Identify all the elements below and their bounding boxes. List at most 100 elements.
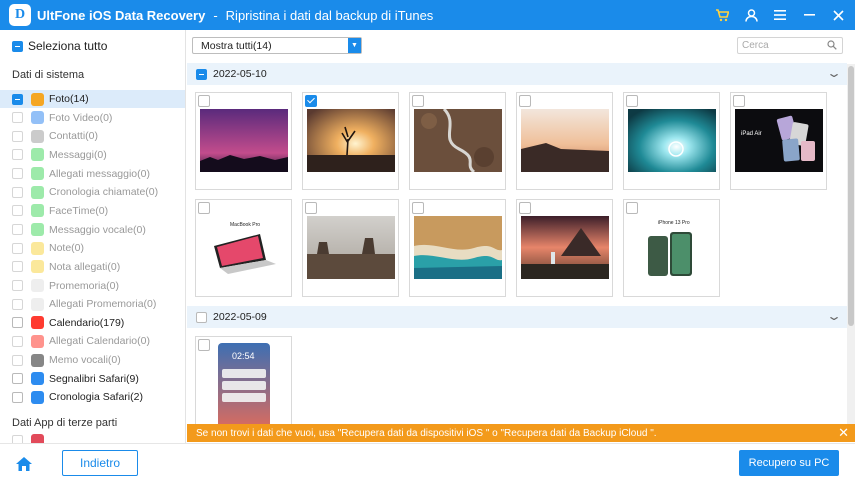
photo-checkbox[interactable]: [626, 202, 638, 214]
waterfall-mountain-photo: [521, 216, 609, 279]
photo-grid-area: 2022-05-10 ⌄ iPad Air MacBook Pro iPhone…: [187, 62, 855, 424]
sidebar-item-checkbox[interactable]: [12, 261, 23, 273]
photo-checkbox[interactable]: [733, 95, 745, 107]
sidebar-item[interactable]: Note(0): [0, 239, 185, 257]
photo-thumbnail[interactable]: [516, 199, 613, 297]
photo-thumbnail[interactable]: iPad Air: [730, 92, 827, 190]
close-icon[interactable]: ✕: [838, 425, 849, 441]
menu-icon[interactable]: [767, 0, 793, 30]
search-icon[interactable]: [827, 40, 837, 53]
aerial-road-photo: [414, 107, 502, 174]
macbook-pro-ad-photo: MacBook Pro: [200, 216, 288, 279]
sidebar-item-checkbox[interactable]: [12, 280, 23, 291]
sidebar-item[interactable]: Promemoria(0): [0, 277, 185, 295]
photo-checkbox[interactable]: [519, 95, 531, 107]
messages-icon: [31, 148, 44, 162]
filter-dropdown-value: Mostra tutti(14): [201, 39, 272, 52]
sidebar-item-checkbox[interactable]: [12, 205, 23, 217]
sidebar-item[interactable]: FaceTime(0): [0, 202, 185, 220]
photo-checkbox[interactable]: [198, 95, 210, 107]
photo-thumbnail[interactable]: [409, 199, 506, 297]
photo-checkbox[interactable]: [412, 95, 424, 107]
sidebar-item[interactable]: Nota allegati(0): [0, 258, 185, 276]
sidebar-item-checkbox[interactable]: [12, 186, 23, 198]
group-checkbox[interactable]: [196, 311, 207, 323]
scrollbar[interactable]: [847, 64, 855, 424]
photo-thumbnail[interactable]: [302, 92, 399, 190]
sidebar-item[interactable]: Messaggio vocale(0): [0, 221, 185, 239]
sidebar-item-checkbox[interactable]: [12, 149, 23, 161]
photo-thumbnail[interactable]: [409, 92, 506, 190]
filter-dropdown[interactable]: Mostra tutti(14) ▼: [192, 37, 362, 54]
photo-checkbox[interactable]: [412, 202, 424, 214]
sidebar-item-label: Messaggio vocale(0): [49, 223, 146, 236]
photo-checkbox[interactable]: [198, 339, 210, 351]
sidebar-item-checkbox[interactable]: [12, 317, 23, 329]
sidebar-item[interactable]: Foto(14): [0, 90, 185, 108]
sidebar-item-checkbox[interactable]: [12, 168, 23, 180]
minimize-icon[interactable]: [796, 0, 822, 30]
sidebar-item-checkbox[interactable]: [12, 242, 23, 254]
photo-thumbnail[interactable]: [302, 199, 399, 297]
sidebar-item-checkbox[interactable]: [12, 391, 23, 403]
photo-checkbox[interactable]: [626, 95, 638, 107]
ipad-air-ad-photo: iPad Air: [735, 109, 823, 172]
group-date: 2022-05-10: [213, 68, 267, 80]
photo-checkbox[interactable]: [305, 202, 317, 214]
photo-checkbox[interactable]: [519, 202, 531, 214]
sidebar-item[interactable]: Memo vocali(0): [0, 351, 185, 369]
scrollbar-thumb[interactable]: [848, 66, 854, 326]
sidebar-item-label: Note(0): [49, 242, 85, 255]
sidebar-item[interactable]: Messaggi(0): [0, 146, 185, 164]
select-all-label: Seleziona tutto: [28, 39, 108, 53]
group-checkbox[interactable]: [196, 68, 207, 80]
svg-text:iPad Air: iPad Air: [741, 131, 762, 137]
safari-history-icon: [31, 390, 44, 404]
user-icon[interactable]: [738, 0, 764, 30]
sidebar-item[interactable]: Cronologia chiamate(0): [0, 183, 185, 201]
photo-thumbnail[interactable]: MacBook Pro: [195, 199, 292, 297]
sidebar-item-checkbox[interactable]: [12, 130, 23, 142]
contacts-icon: [31, 129, 44, 143]
sidebar-item[interactable]: Allegati messaggio(0): [0, 165, 185, 183]
sidebar-item[interactable]: Allegati Calendario(0): [0, 332, 185, 350]
chevron-down-icon[interactable]: ⌄: [826, 66, 842, 80]
chevron-down-icon[interactable]: ▼: [348, 38, 361, 53]
photo-thumbnail[interactable]: [195, 92, 292, 190]
sidebar-item[interactable]: Segnalibri Safari(9): [0, 370, 185, 388]
safari-icon: [31, 372, 44, 386]
sidebar-item-checkbox[interactable]: [12, 354, 23, 366]
sidebar-item-checkbox[interactable]: [12, 224, 23, 236]
select-all-checkbox[interactable]: Seleziona tutto: [12, 39, 107, 53]
sidebar-item-checkbox[interactable]: [12, 373, 23, 385]
sidebar-item-checkbox[interactable]: [12, 335, 23, 347]
sidebar-item[interactable]: Cronologia Safari(2): [0, 388, 185, 406]
recover-to-pc-button[interactable]: Recupero su PC: [739, 450, 839, 476]
photo-thumbnail[interactable]: 02:54: [195, 336, 292, 424]
sidebar-item-checkbox[interactable]: [12, 112, 23, 124]
photo-thumbnail[interactable]: iPhone 13 Pro: [623, 199, 720, 297]
select-all-check[interactable]: [12, 40, 23, 52]
date-group-header[interactable]: 2022-05-09 ⌄: [187, 306, 847, 328]
sidebar-item-checkbox[interactable]: [12, 93, 23, 105]
back-button[interactable]: Indietro: [62, 450, 138, 476]
photo-checkbox[interactable]: [305, 95, 317, 107]
calendar-icon: [31, 316, 44, 330]
sidebar-item[interactable]: Calendario(179): [0, 314, 185, 332]
photo-thumbnail[interactable]: [516, 92, 613, 190]
search-input[interactable]: Cerca: [737, 37, 843, 54]
photo-thumbnail[interactable]: [623, 92, 720, 190]
chevron-down-icon[interactable]: ⌄: [826, 309, 842, 323]
phone-icon: [31, 185, 44, 199]
light-tunnel-photo: [628, 109, 716, 172]
close-icon[interactable]: [825, 0, 851, 30]
sidebar-item[interactable]: Allegati Promemoria(0): [0, 295, 185, 313]
date-group-header[interactable]: 2022-05-10 ⌄: [187, 63, 847, 85]
cart-icon[interactable]: [709, 0, 735, 30]
home-button[interactable]: [12, 453, 36, 475]
photo-checkbox[interactable]: [198, 202, 210, 214]
sidebar-item-checkbox[interactable]: [12, 298, 23, 310]
sidebar-item[interactable]: Contatti(0): [0, 127, 185, 145]
sidebar-item[interactable]: Foto Video(0): [0, 109, 185, 127]
sidebar-item-label: Foto Video(0): [49, 111, 113, 124]
